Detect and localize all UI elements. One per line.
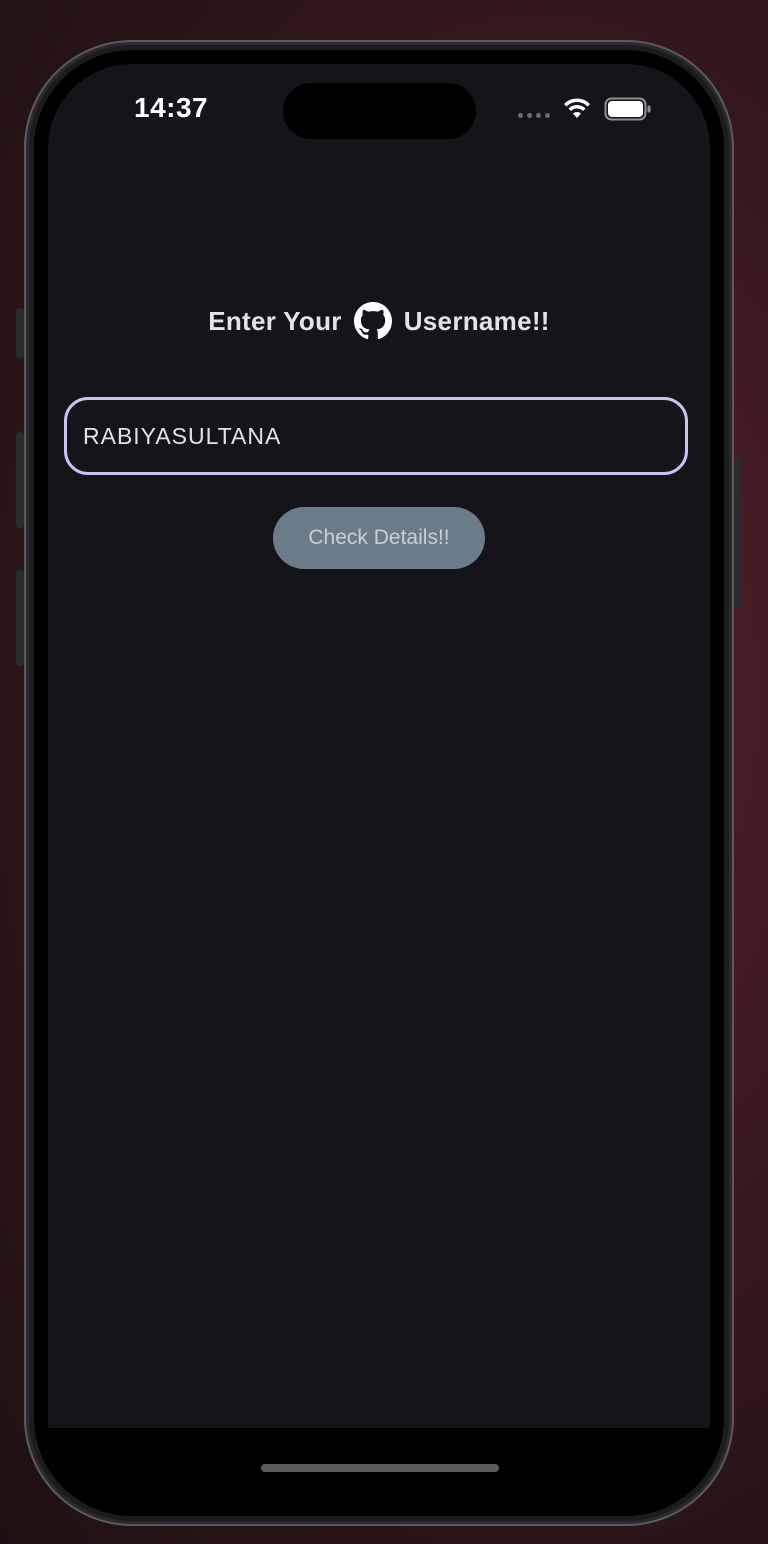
dynamic-island — [283, 83, 476, 139]
wifi-icon — [564, 98, 590, 118]
github-icon — [353, 302, 392, 340]
app-screen: 14:37 Enter Your Username!! RABIYASULTAN… — [48, 64, 710, 1502]
home-indicator[interactable] — [261, 1464, 499, 1472]
heading-prefix: Enter Your — [208, 305, 342, 336]
page-heading: Enter Your Username!! — [48, 302, 710, 340]
bottom-safe-area — [48, 1428, 710, 1502]
action-button — [16, 308, 24, 358]
phone-bezel: 14:37 Enter Your Username!! RABIYASULTAN… — [34, 50, 724, 1516]
check-details-button[interactable]: Check Details!! — [273, 507, 485, 569]
cellular-dots-icon — [518, 113, 550, 118]
status-time: 14:37 — [134, 92, 209, 123]
volume-up-button — [16, 432, 24, 528]
power-button — [734, 456, 742, 608]
phone-frame: 14:37 Enter Your Username!! RABIYASULTAN… — [24, 40, 734, 1526]
volume-down-button — [16, 570, 24, 666]
heading-suffix: Username!! — [403, 305, 550, 336]
username-input[interactable] — [64, 397, 688, 475]
battery-full-icon — [604, 97, 651, 121]
